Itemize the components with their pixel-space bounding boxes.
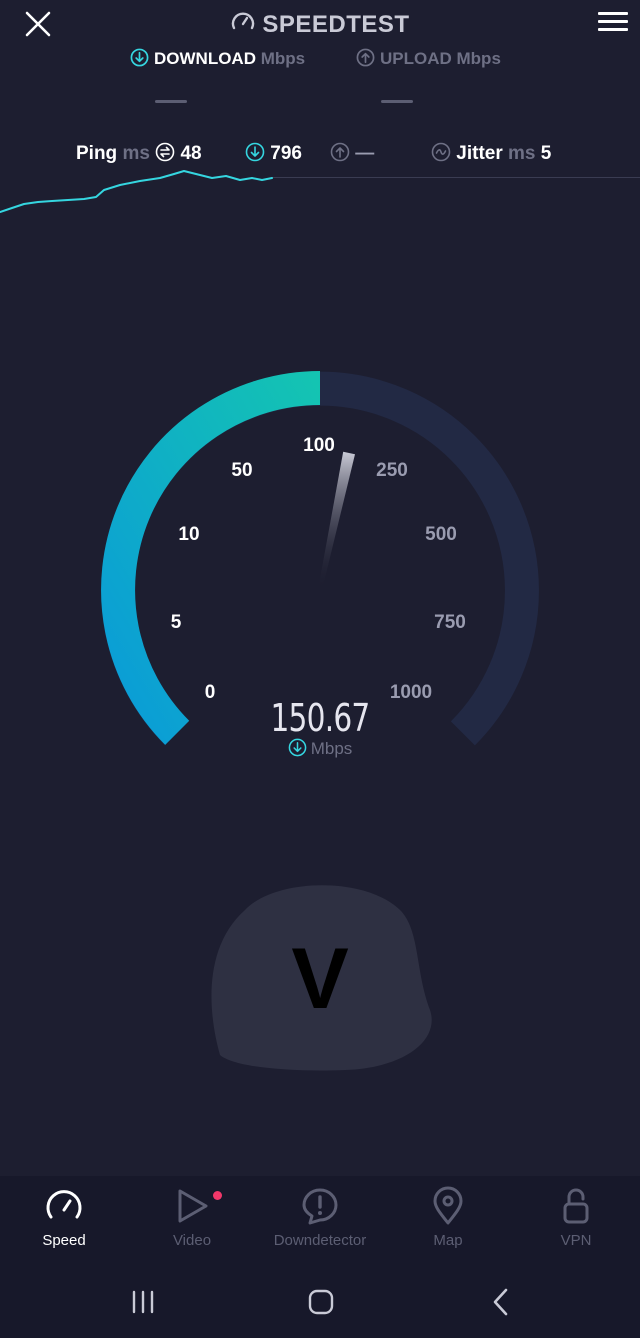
speed-sparkline (0, 170, 273, 213)
app-title-text: SPEEDTEST (262, 11, 410, 38)
nav-item-map[interactable]: Map (384, 1186, 512, 1249)
jitter-metric: Jitter ms 5 (431, 142, 551, 165)
back-chevron-icon (493, 1288, 508, 1316)
download-placeholder-dash (155, 100, 187, 103)
nav-item-label: Downdetector (273, 1232, 367, 1249)
upload-placeholder-dash (381, 100, 413, 103)
nav-item-label: Map (433, 1232, 463, 1249)
menu-button[interactable] (598, 12, 628, 36)
nav-item-label: VPN (560, 1232, 592, 1249)
gauge-scale-label: 10 (178, 524, 199, 545)
upload-latency-metric: — (330, 142, 374, 165)
bottom-navigation: Speed Video Downdetector Map VPN (0, 1176, 640, 1266)
nav-item-vpn[interactable]: VPN (512, 1186, 640, 1249)
nav-item-downdetector[interactable]: Downdetector (256, 1186, 384, 1249)
tab-download-unit: Mbps (260, 49, 306, 68)
tab-upload[interactable]: UPLOAD Mbps (356, 48, 501, 69)
jitter-value: 5 (540, 143, 552, 164)
current-speed-value: 150.67 (270, 696, 370, 740)
lock-open-icon (563, 1188, 589, 1224)
jitter-label: Jitter (456, 143, 503, 164)
system-navigation-bar (0, 1266, 640, 1338)
upload-arrow-icon (330, 142, 350, 162)
jitter-icon (431, 142, 451, 162)
test-tabs: DOWNLOAD Mbps UPLOAD Mbps (0, 46, 640, 106)
nav-item-label: Video (172, 1232, 212, 1249)
tab-upload-label: UPLOAD (380, 49, 452, 68)
gauge-needle (318, 451, 355, 591)
play-icon (178, 1189, 208, 1223)
nav-item-video[interactable]: Video (128, 1186, 256, 1249)
jitter-unit: ms (508, 143, 536, 164)
notification-dot (213, 1191, 222, 1200)
tab-download[interactable]: DOWNLOAD Mbps (130, 48, 305, 69)
current-speed-unit: Mbps (0, 738, 640, 759)
upload-arrow-icon (356, 48, 375, 67)
speedometer-logo-icon (232, 12, 255, 30)
gauge-scale-label: 5 (171, 612, 182, 633)
upload-latency-value: — (355, 143, 375, 164)
gauge-scale-label: 500 (425, 524, 457, 545)
tab-upload-unit: Mbps (456, 49, 501, 68)
nav-item-speed[interactable]: Speed (0, 1186, 128, 1249)
download-arrow-icon (288, 738, 307, 757)
download-arrow-icon (245, 142, 265, 162)
gauge-scale-label: 100 (303, 435, 335, 456)
menu-icon-bar (598, 12, 628, 15)
recent-apps-icon (132, 1290, 154, 1314)
menu-icon-bar (598, 20, 628, 23)
recent-apps-button[interactable] (123, 1286, 163, 1318)
metrics-divider (272, 177, 640, 178)
ping-icon (155, 142, 175, 162)
gauge-scale-label: 50 (231, 460, 252, 481)
download-arrow-icon (130, 48, 149, 67)
alert-icon (302, 1188, 338, 1225)
speedometer-icon (46, 1190, 82, 1219)
overlay-letter: V (291, 931, 349, 1027)
nav-item-label: Speed (42, 1232, 86, 1249)
home-icon (308, 1289, 334, 1315)
map-pin-icon (433, 1186, 463, 1225)
tab-download-label: DOWNLOAD (154, 49, 256, 68)
home-button[interactable] (301, 1286, 341, 1318)
app-title: SPEEDTEST (0, 9, 640, 39)
gauge-scale-label: 750 (434, 612, 466, 633)
back-button[interactable] (481, 1286, 521, 1318)
gauge-scale-label: 250 (376, 460, 408, 481)
current-speed-unit-text: Mbps (310, 739, 353, 758)
top-bar: SPEEDTEST (0, 0, 640, 50)
gauge-progress-arc (101, 371, 321, 745)
menu-icon-bar (598, 28, 628, 31)
